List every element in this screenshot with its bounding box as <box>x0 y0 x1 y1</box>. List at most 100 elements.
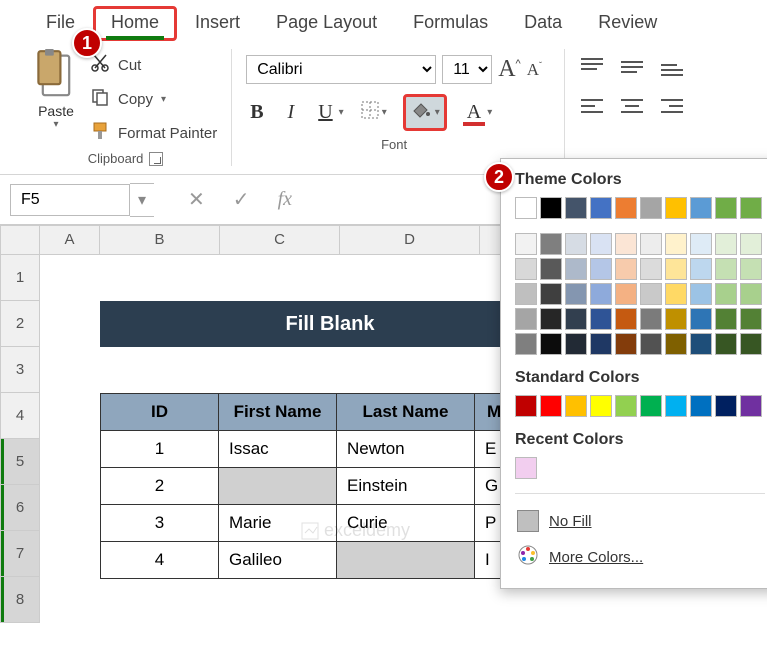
row-header-3[interactable]: 3 <box>0 347 40 393</box>
row-header-7[interactable]: 7 <box>0 531 40 577</box>
color-swatch[interactable] <box>565 197 587 219</box>
insert-function-button[interactable]: fx <box>264 182 306 217</box>
color-swatch[interactable] <box>690 233 712 255</box>
cell[interactable] <box>219 468 337 505</box>
select-all-corner[interactable] <box>0 225 40 255</box>
cell[interactable]: Galileo <box>219 542 337 579</box>
color-swatch[interactable] <box>690 308 712 330</box>
color-swatch[interactable] <box>640 395 662 417</box>
color-swatch[interactable] <box>590 395 612 417</box>
column-header-b[interactable]: B <box>100 225 220 255</box>
color-swatch[interactable] <box>665 197 687 219</box>
color-swatch[interactable] <box>740 283 762 305</box>
row-header-1[interactable]: 1 <box>0 255 40 301</box>
cell[interactable]: 1 <box>101 431 219 468</box>
tab-data[interactable]: Data <box>506 6 580 41</box>
color-swatch[interactable] <box>715 197 737 219</box>
fill-color-button[interactable]: ▾ <box>403 94 447 131</box>
cell[interactable]: Newton <box>337 431 475 468</box>
font-color-button[interactable]: A ▾ <box>463 101 492 124</box>
color-swatch[interactable] <box>590 197 612 219</box>
color-swatch[interactable] <box>640 308 662 330</box>
color-swatch[interactable] <box>740 395 762 417</box>
tab-insert[interactable]: Insert <box>177 6 258 41</box>
column-header-d[interactable]: D <box>340 225 480 255</box>
copy-button[interactable]: Copy ▾ <box>90 87 217 111</box>
color-swatch[interactable] <box>540 233 562 255</box>
color-swatch[interactable] <box>540 308 562 330</box>
color-swatch[interactable] <box>715 258 737 280</box>
bold-button[interactable]: B <box>246 101 267 124</box>
color-swatch[interactable] <box>640 283 662 305</box>
color-swatch[interactable] <box>565 308 587 330</box>
color-swatch[interactable] <box>640 197 662 219</box>
borders-button[interactable]: ▾ <box>360 100 387 125</box>
color-swatch[interactable] <box>615 283 637 305</box>
format-painter-button[interactable]: Format Painter <box>90 121 217 145</box>
cell[interactable]: Curie <box>337 505 475 542</box>
color-swatch[interactable] <box>690 197 712 219</box>
align-top-button[interactable] <box>579 57 605 82</box>
tab-page-layout[interactable]: Page Layout <box>258 6 395 41</box>
color-swatch[interactable] <box>640 233 662 255</box>
font-name-select[interactable]: Calibri <box>246 55 436 84</box>
align-left-button[interactable] <box>579 96 605 121</box>
color-swatch[interactable] <box>615 258 637 280</box>
column-header-c[interactable]: C <box>220 225 340 255</box>
more-colors-action[interactable]: More Colors... <box>515 538 765 576</box>
cut-button[interactable]: Cut <box>90 53 217 77</box>
color-swatch[interactable] <box>615 233 637 255</box>
color-swatch[interactable] <box>665 333 687 355</box>
font-size-select[interactable]: 11 <box>442 55 492 84</box>
paste-button[interactable]: Paste ▾ <box>34 49 78 130</box>
align-right-button[interactable] <box>659 96 685 121</box>
color-swatch[interactable] <box>615 333 637 355</box>
color-swatch[interactable] <box>715 283 737 305</box>
italic-button[interactable]: I <box>284 101 299 124</box>
color-swatch[interactable] <box>515 308 537 330</box>
color-swatch[interactable] <box>590 308 612 330</box>
align-middle-button[interactable] <box>619 57 645 82</box>
color-swatch[interactable] <box>665 395 687 417</box>
clipboard-dialog-launcher[interactable] <box>149 152 163 166</box>
color-swatch[interactable] <box>565 333 587 355</box>
tab-review[interactable]: Review <box>580 6 675 41</box>
cell[interactable]: 2 <box>101 468 219 505</box>
color-swatch[interactable] <box>740 233 762 255</box>
formula-enter-button[interactable]: ✓ <box>219 181 264 218</box>
underline-button[interactable]: U▾ <box>314 101 343 124</box>
color-swatch[interactable] <box>665 258 687 280</box>
color-swatch[interactable] <box>515 333 537 355</box>
name-box[interactable] <box>10 184 130 216</box>
row-header-6[interactable]: 6 <box>0 485 40 531</box>
color-swatch[interactable] <box>590 233 612 255</box>
color-swatch[interactable] <box>665 308 687 330</box>
color-swatch[interactable] <box>640 333 662 355</box>
tab-formulas[interactable]: Formulas <box>395 6 506 41</box>
color-swatch[interactable] <box>665 283 687 305</box>
tab-home[interactable]: Home <box>93 6 177 41</box>
color-swatch[interactable] <box>740 258 762 280</box>
color-swatch[interactable] <box>740 333 762 355</box>
cell[interactable]: 4 <box>101 542 219 579</box>
color-swatch[interactable] <box>690 333 712 355</box>
color-swatch[interactable] <box>515 233 537 255</box>
align-bottom-button[interactable] <box>659 57 685 82</box>
cell[interactable]: Marie <box>219 505 337 542</box>
cell[interactable]: Einstein <box>337 468 475 505</box>
color-swatch[interactable] <box>665 233 687 255</box>
row-header-2[interactable]: 2 <box>0 301 40 347</box>
color-swatch[interactable] <box>615 308 637 330</box>
color-swatch[interactable] <box>715 333 737 355</box>
color-swatch[interactable] <box>590 258 612 280</box>
row-header-8[interactable]: 8 <box>0 577 40 623</box>
align-center-button[interactable] <box>619 96 645 121</box>
cell[interactable]: Issac <box>219 431 337 468</box>
color-swatch[interactable] <box>515 283 537 305</box>
color-swatch[interactable] <box>565 283 587 305</box>
color-swatch[interactable] <box>540 283 562 305</box>
name-box-dropdown[interactable]: ▾ <box>130 183 154 217</box>
color-swatch[interactable] <box>540 258 562 280</box>
color-swatch[interactable] <box>515 457 537 479</box>
color-swatch[interactable] <box>515 395 537 417</box>
